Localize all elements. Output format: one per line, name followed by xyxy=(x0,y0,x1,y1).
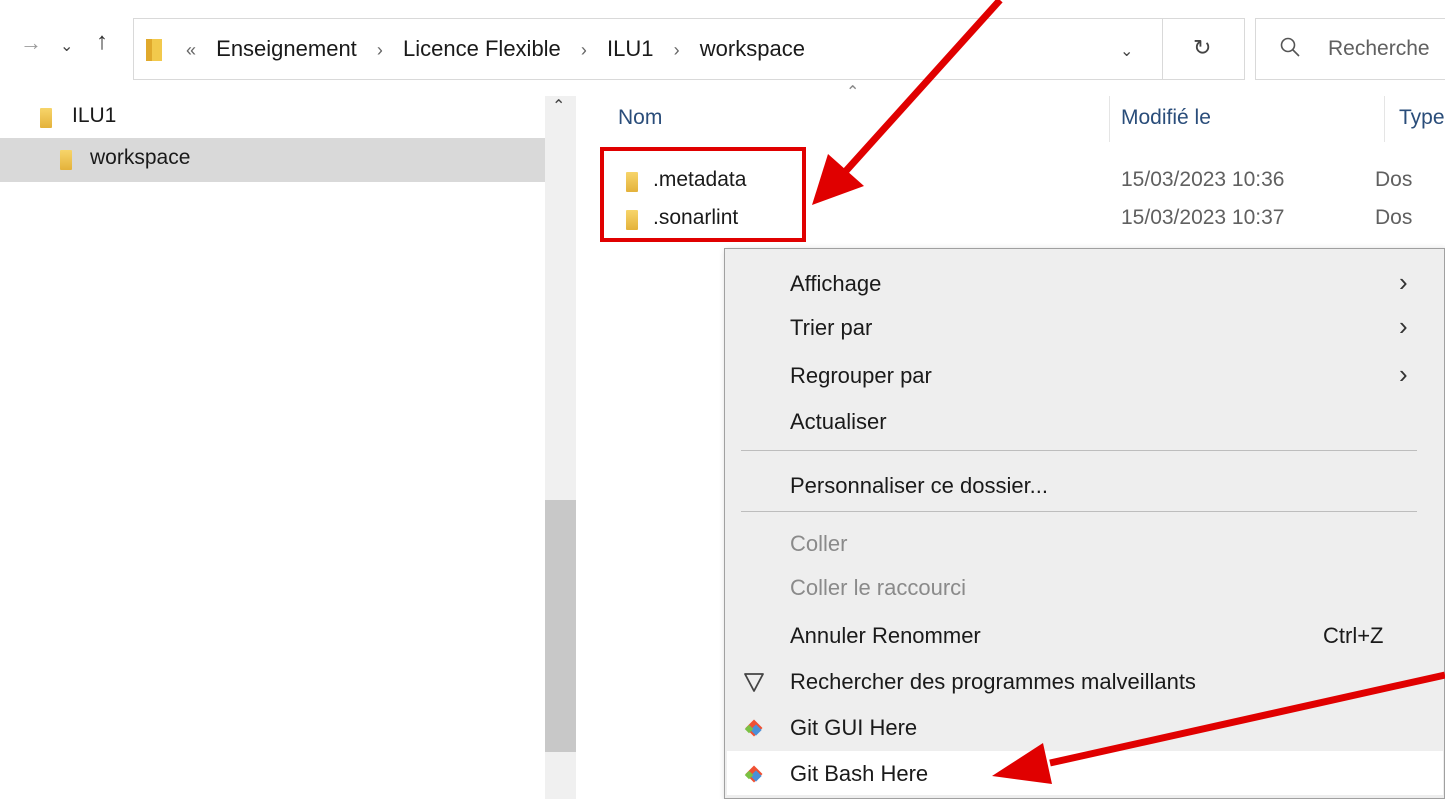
menu-item-git-gui-here[interactable]: Git GUI Here xyxy=(727,705,1443,749)
nav-item-ilu1[interactable]: ILU1 xyxy=(0,96,545,140)
nav-item-label: workspace xyxy=(90,146,191,169)
menu-item-label: Annuler Renommer xyxy=(790,623,981,648)
breadcrumb: « Enseignement › Licence Flexible › ILU1… xyxy=(186,36,819,62)
menu-item-label: Trier par xyxy=(790,315,873,340)
file-modified-date: 15/03/2023 10:37 xyxy=(1121,206,1285,229)
menu-item-actualiser[interactable]: Actualiser xyxy=(727,399,1443,443)
folder-icon xyxy=(146,39,162,61)
annotation-highlight-box xyxy=(600,147,806,242)
submenu-chevron-icon: › xyxy=(1399,359,1408,389)
search-icon xyxy=(1280,37,1300,57)
nav-pane-scrollbar[interactable]: ⌃ xyxy=(545,96,576,799)
menu-item-trier-par[interactable]: Trier par › xyxy=(727,305,1443,349)
context-menu: Affichage › Trier par › Regrouper par › … xyxy=(724,248,1445,799)
menu-item-label: Personnaliser ce dossier... xyxy=(790,473,1049,498)
file-type: Dos xyxy=(1375,168,1413,191)
navigation-pane: ILU1 workspace ⌃ xyxy=(0,96,576,799)
breadcrumb-overflow[interactable]: « xyxy=(186,40,196,60)
column-header-name[interactable]: Nom xyxy=(618,106,662,130)
breadcrumb-item-enseignement[interactable]: Enseignement xyxy=(216,36,357,61)
breadcrumb-separator[interactable]: › xyxy=(581,40,587,60)
breadcrumb-item-licence-flexible[interactable]: Licence Flexible xyxy=(403,36,561,61)
column-header-type[interactable]: Type xyxy=(1399,106,1445,130)
shield-icon xyxy=(744,673,764,692)
menu-item-label: Git GUI Here xyxy=(790,715,918,740)
address-bar[interactable]: « Enseignement › Licence Flexible › ILU1… xyxy=(133,18,1163,80)
refresh-button[interactable]: ↻ xyxy=(1163,18,1245,80)
breadcrumb-separator[interactable]: › xyxy=(377,40,383,60)
git-icon xyxy=(744,765,763,783)
menu-item-label: Git Bash Here xyxy=(790,761,929,786)
file-type: Dos xyxy=(1375,206,1413,229)
address-bar-row: → ⌄ ↑ « Enseignement › Licence Flexible … xyxy=(0,0,1445,96)
search-box[interactable]: Recherche xyxy=(1255,18,1445,80)
menu-separator xyxy=(741,511,1417,512)
folder-icon xyxy=(60,150,72,170)
menu-shortcut: Ctrl+Z xyxy=(1323,623,1384,648)
menu-item-label: Affichage xyxy=(790,271,882,296)
breadcrumb-separator[interactable]: › xyxy=(674,40,680,60)
up-arrow-icon[interactable]: ↑ xyxy=(96,28,108,56)
breadcrumb-item-ilu1[interactable]: ILU1 xyxy=(607,36,653,61)
breadcrumb-item-workspace[interactable]: workspace xyxy=(700,36,805,61)
menu-item-label: Rechercher des programmes malveillants xyxy=(790,669,1196,694)
sort-ascending-icon: ⌃ xyxy=(846,84,860,101)
menu-item-coller[interactable]: Coller xyxy=(727,521,1443,565)
column-divider[interactable] xyxy=(1384,96,1385,142)
submenu-chevron-icon: › xyxy=(1399,311,1408,341)
submenu-chevron-icon: › xyxy=(1399,267,1408,297)
refresh-icon: ↻ xyxy=(1193,35,1212,60)
forward-arrow-icon[interactable]: → xyxy=(20,30,42,56)
menu-item-regrouper-par[interactable]: Regrouper par › xyxy=(727,353,1443,397)
address-dropdown-icon[interactable]: ⌄ xyxy=(1120,41,1133,61)
menu-item-rechercher-malveillants[interactable]: Rechercher des programmes malveillants xyxy=(727,659,1443,703)
scroll-up-icon[interactable]: ⌃ xyxy=(552,96,565,116)
folder-icon xyxy=(40,108,52,128)
search-input[interactable]: Recherche xyxy=(1328,37,1430,61)
menu-item-affichage[interactable]: Affichage › xyxy=(727,261,1443,305)
menu-item-label: Regrouper par xyxy=(790,363,932,388)
column-header-modified[interactable]: Modifié le xyxy=(1121,106,1211,130)
menu-item-label: Actualiser xyxy=(790,409,887,434)
menu-item-label: Coller xyxy=(790,531,848,556)
recent-locations-chevron-icon[interactable]: ⌄ xyxy=(60,36,73,56)
menu-item-coller-raccourci[interactable]: Coller le raccourci xyxy=(727,565,1443,609)
column-divider[interactable] xyxy=(1109,96,1110,142)
menu-separator xyxy=(741,450,1417,451)
nav-item-workspace[interactable]: workspace xyxy=(0,138,545,182)
git-icon xyxy=(744,719,763,737)
menu-item-personnaliser[interactable]: Personnaliser ce dossier... xyxy=(727,463,1443,507)
nav-item-label: ILU1 xyxy=(72,104,117,127)
menu-item-label: Coller le raccourci xyxy=(790,575,967,600)
scrollbar-thumb[interactable] xyxy=(545,500,576,752)
menu-item-annuler-renommer[interactable]: Annuler Renommer Ctrl+Z xyxy=(727,613,1443,657)
menu-item-git-bash-here[interactable]: Git Bash Here xyxy=(727,751,1443,795)
file-modified-date: 15/03/2023 10:36 xyxy=(1121,168,1285,191)
